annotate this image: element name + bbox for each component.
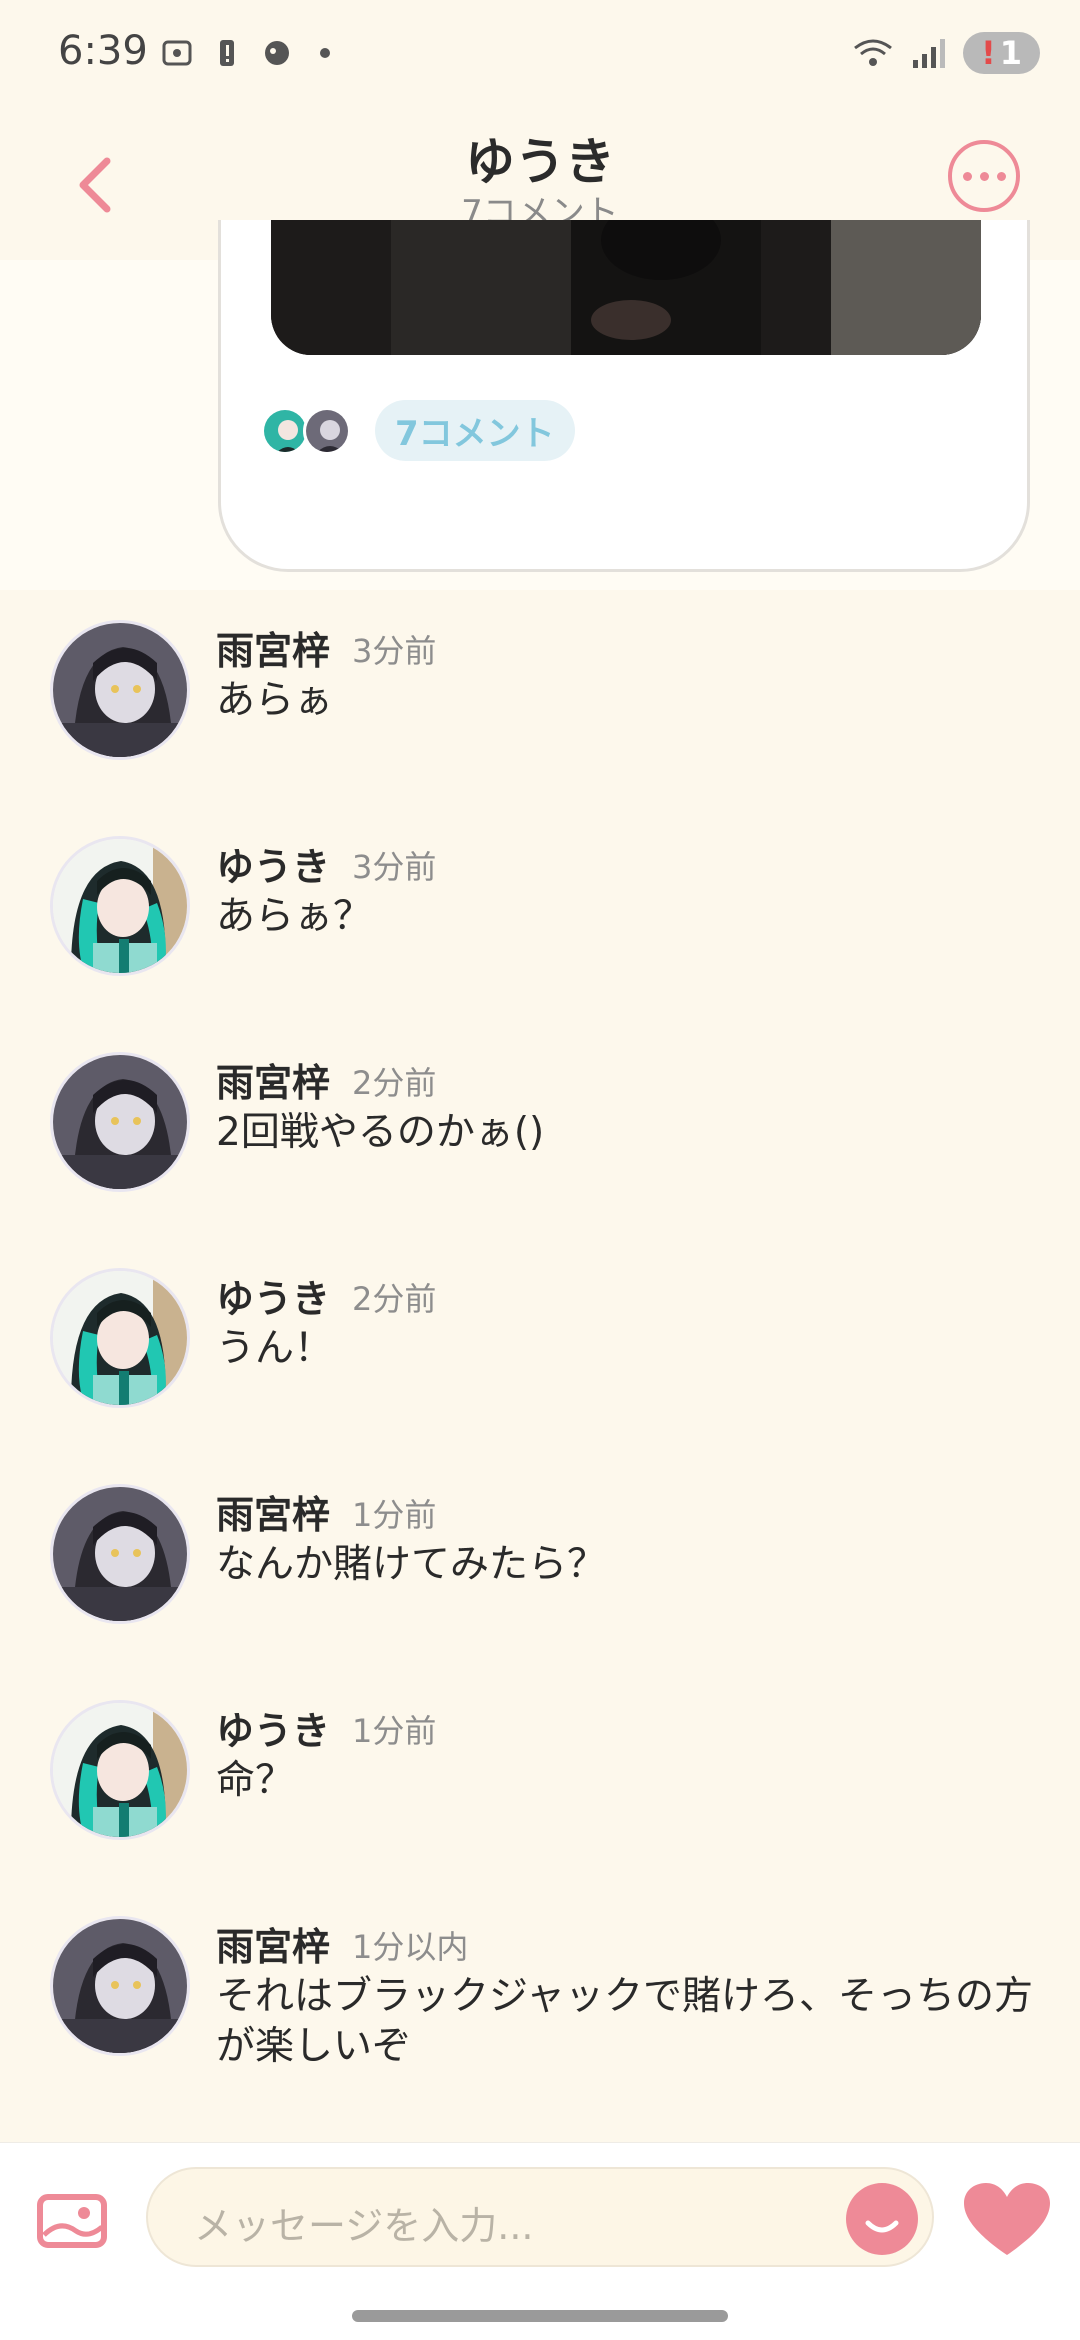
comment-timestamp: 1分前 (352, 1496, 437, 1534)
comment-avatar[interactable] (50, 620, 190, 760)
post-meta: 7コメント (261, 400, 575, 461)
status-right-icons: ! 1 (851, 32, 1040, 74)
image-attach-icon[interactable] (36, 2191, 108, 2251)
message-input[interactable]: メッセージを入力... (146, 2167, 934, 2267)
comment-avatar[interactable] (50, 1268, 190, 1408)
comment-timestamp: 2分前 (352, 1280, 437, 1318)
notification-badge: ! 1 (963, 32, 1040, 74)
more-dot-icon (979, 171, 989, 181)
comment-author: ゆうき (216, 845, 331, 889)
more-dot-icon (996, 171, 1006, 181)
comment-author: 雨宮梓 (216, 1925, 331, 1969)
smile-icon (865, 2220, 899, 2233)
status-time: 6:39 (58, 28, 148, 74)
more-options-button[interactable] (948, 140, 1020, 212)
comment-text: 2回戦やるのかぁ() (216, 1110, 545, 1155)
comment-timestamp: 2分前 (352, 1064, 437, 1102)
app-notification-icon (265, 41, 289, 65)
comment-timestamp: 3分前 (352, 632, 437, 670)
comment-count-chip[interactable]: 7コメント (375, 400, 575, 461)
system-nav-bar (0, 2290, 1080, 2340)
comment-avatar[interactable] (50, 1700, 190, 1840)
more-dot-icon (962, 171, 972, 181)
comment-text: 命？ (216, 1758, 295, 1803)
message-placeholder: メッセージを入力... (194, 2204, 534, 2248)
comment-text: あらぁ (216, 678, 334, 723)
post-photo (271, 220, 981, 355)
signal-icon (913, 39, 946, 68)
comment-avatar[interactable] (50, 1484, 190, 1624)
comment-timestamp: 3分前 (352, 848, 437, 886)
mini-avatar-teal (261, 406, 309, 455)
home-gesture-bar[interactable] (352, 2310, 728, 2322)
comment-author: ゆうき (216, 1709, 331, 1753)
comment-text: あらぁ？ (216, 894, 373, 939)
wifi-icon (854, 39, 893, 66)
more-notifications-dot (320, 48, 330, 58)
heart-icon[interactable] (962, 2181, 1052, 2259)
comment-author: 雨宮梓 (216, 1493, 331, 1537)
message-bar: メッセージを入力... (0, 2142, 1080, 2291)
status-left-icons (160, 36, 330, 70)
comment-avatar[interactable] (50, 836, 190, 976)
comment-text: それはブラックジャックで賭けろ、そっちの方が楽しいぞ (216, 1974, 1034, 2069)
comment-author: 雨宮梓 (216, 1061, 331, 1105)
battery-alert-icon (220, 40, 234, 66)
comment-text: なんか賭けてみたら？ (216, 1542, 607, 1587)
screenshot-icon (162, 40, 192, 66)
page-title: ゆうき (465, 133, 615, 191)
comment-avatar[interactable] (50, 1052, 190, 1192)
post-image[interactable] (271, 220, 981, 355)
comment-timestamp: 1分前 (352, 1712, 437, 1750)
comment-author: ゆうき (216, 1277, 331, 1321)
comment-author: 雨宮梓 (216, 629, 331, 673)
post-card[interactable]: 7コメント (218, 220, 1030, 572)
comment-timestamp: 1分以内 (352, 1928, 469, 1966)
post-area: 7コメント (0, 220, 1080, 590)
emoji-button[interactable] (846, 2183, 918, 2255)
comment-text: うん！ (216, 1326, 334, 1371)
comment-avatar[interactable] (50, 1916, 190, 2056)
status-bar: 6:39 ! 1 (0, 0, 1080, 110)
mini-avatar-gray (303, 406, 351, 455)
